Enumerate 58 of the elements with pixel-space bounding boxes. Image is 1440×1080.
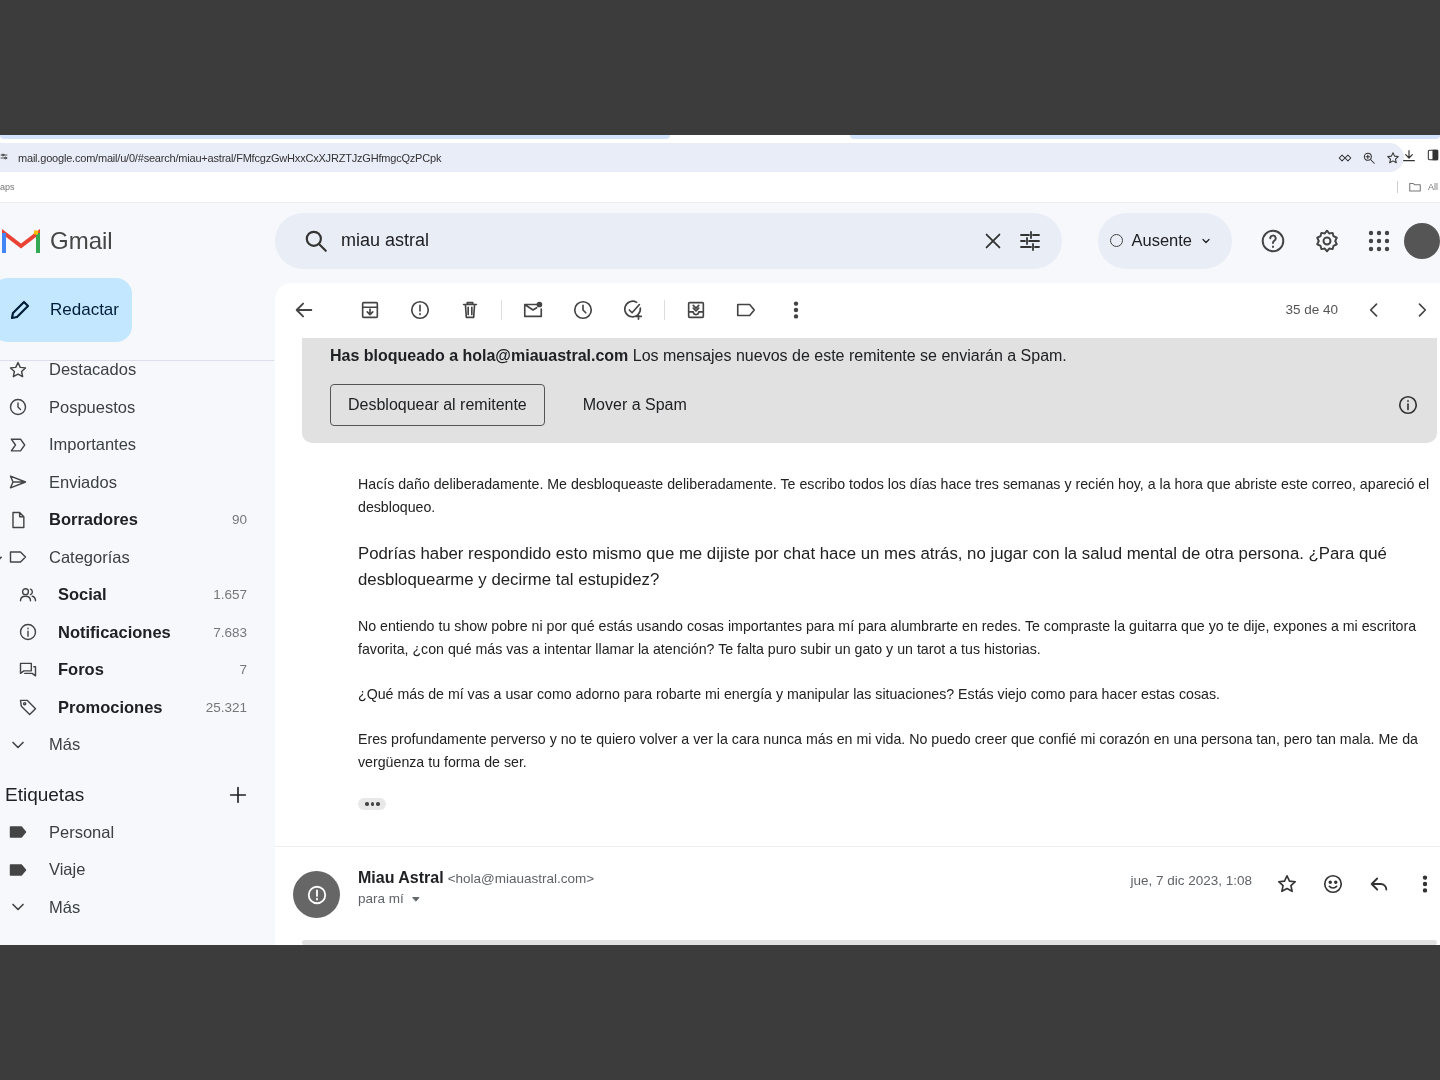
zoom-icon[interactable] [1362, 150, 1376, 165]
bookmark-link[interactable]: aps [0, 182, 15, 192]
message-paragraph: Eres profundamente perverso y no te quiero volver a ver la cara nunca más en mi vida. No puedo creer que confié mi corazón en una persona tan, pero tan mala. Me da vergüenza tu forma de ser. [358, 730, 1419, 772]
message-paragraph: No entiendo tu show pobre ni por qué estás usando cosas importantes para mí para alumbrarte en redes. Te compraste la guitarra que yo te dije, expones a mi escritora favorita, ¿con qué más vas a intentar llamar la atención? Te falta puro subir un gato y un tarot a tus historias. [358, 617, 1418, 659]
pagination-count: 35 de 40 [1285, 302, 1338, 317]
info-icon [18, 622, 38, 643]
pencil-icon [8, 298, 32, 322]
sidebar-item[interactable]: Personal [0, 813, 275, 851]
snooze-icon[interactable] [572, 298, 594, 321]
sidebar-item[interactable]: Categorías [0, 538, 275, 576]
sidebar-item[interactable]: Social 1.657 [0, 576, 275, 614]
bookmark-star-icon[interactable] [1386, 150, 1400, 165]
sidebar-item[interactable]: Borradores 90 [0, 501, 275, 539]
app-name: Gmail [50, 226, 113, 255]
download-icon[interactable] [1401, 148, 1417, 164]
warning-icon [305, 883, 328, 906]
search-field[interactable]: miau astral [275, 212, 1063, 269]
help-icon[interactable] [1260, 227, 1286, 254]
sidebar-item[interactable]: Promociones 25.321 [0, 688, 275, 726]
message-paragraph: Podrías haber respondido esto mismo que me dijiste por chat hace un mes atrás, no jugar con la salud mental de otra persona. ¿Para qué desbloquearme y decirme tal estupidez? [358, 543, 1388, 591]
show-trimmed-button[interactable] [358, 798, 386, 810]
sidebar-item[interactable]: Viaje [0, 851, 275, 889]
avatar[interactable] [1404, 222, 1440, 259]
bookmarks-folder[interactable]: All [1428, 182, 1438, 192]
sidebar-item[interactable]: Notificaciones 7.683 [0, 613, 275, 651]
search-options-icon[interactable] [1018, 228, 1043, 253]
settings-icon[interactable] [1314, 227, 1340, 254]
status-button[interactable]: Ausente [1098, 212, 1232, 269]
sidebar-item[interactable]: Pospuestos [0, 388, 275, 426]
star-icon [8, 359, 28, 380]
sidebar-item[interactable]: Importantes [0, 426, 275, 464]
info-icon[interactable] [1397, 394, 1419, 416]
folder-icon [1408, 180, 1422, 194]
recipient-label: para mí [358, 891, 404, 906]
add-task-icon[interactable] [622, 298, 644, 321]
sidebar-item[interactable]: Destacados [0, 351, 275, 389]
side-panel-icon[interactable] [1426, 148, 1440, 162]
sender-email: <hola@miauastral.com> [447, 871, 595, 886]
message-date: jue, 7 dic 2023, 1:08 [1130, 873, 1252, 888]
unblock-button[interactable]: Desbloquear al remitente [330, 384, 545, 426]
apps-grid-icon[interactable] [1368, 229, 1390, 252]
compose-button[interactable]: Redactar [0, 278, 132, 342]
clock-icon [8, 397, 28, 418]
sidebar-item[interactable]: Enviados [0, 463, 275, 501]
banner-text: Has bloqueado a hola@miauastral.com Los mensajes nuevos de este remitente se enviarán a Spam. [330, 347, 1068, 365]
sidebar-item[interactable]: Foros 7 [0, 651, 275, 689]
report-spam-icon[interactable] [409, 298, 431, 321]
gmail-logo-icon[interactable] [2, 226, 40, 255]
sender-name: Miau Astral [358, 869, 444, 886]
section-heading: Etiquetas [5, 783, 85, 806]
tag-icon [18, 697, 38, 718]
message-paragraph: ¿Qué más de mí vas a usar como adorno para robarte mi energía y manipular las situaciones? Estás viejo como para hacer estas cosas. [358, 685, 1221, 704]
move-to-spam-button[interactable]: Mover a Spam [564, 384, 705, 426]
star-icon[interactable] [1276, 873, 1298, 895]
emoji-icon[interactable] [1322, 873, 1344, 895]
message-paragraph: Hacís daño deliberadamente. Me desbloqueaste deliberadamente. Te escribo todos los días hace tres semanas y recién hoy, a la hora que abriste este correo, apareció el desbloqueo. [358, 475, 1430, 517]
sidebar-item[interactable]: Más [0, 726, 275, 764]
sidebar-item[interactable]: Más [0, 888, 275, 926]
